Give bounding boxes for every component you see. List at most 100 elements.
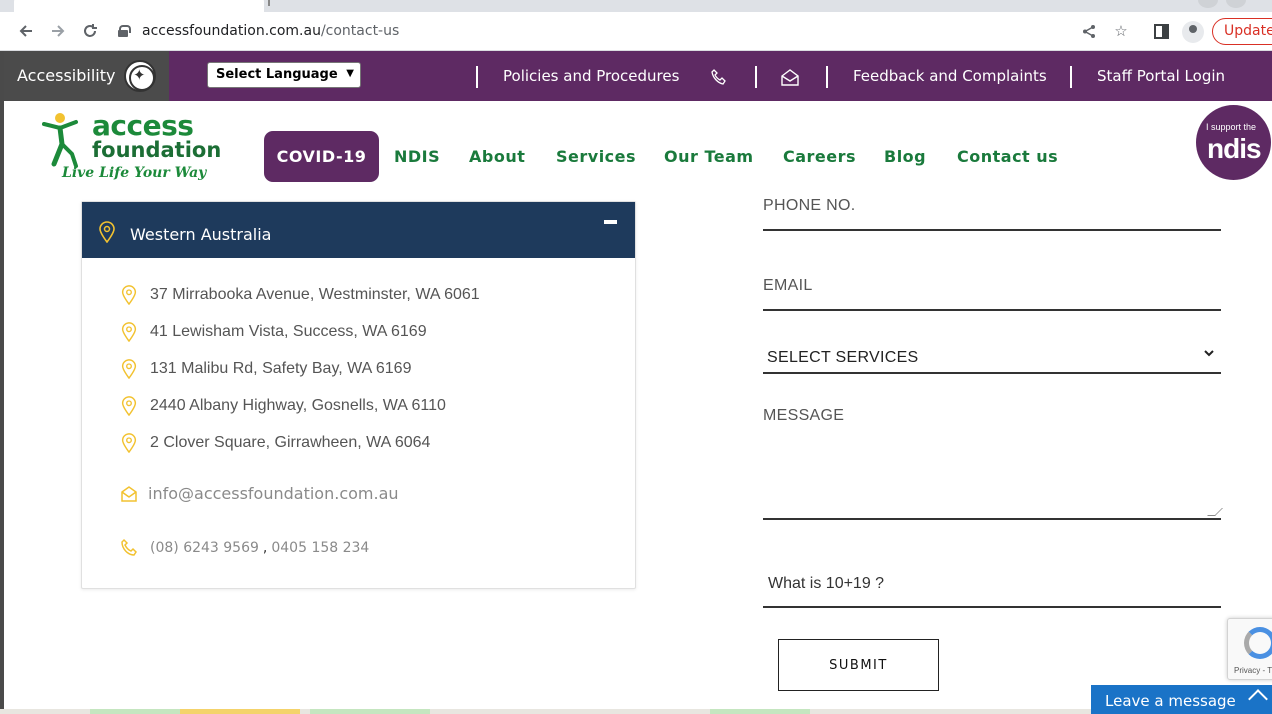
accessibility-label: Accessibility bbox=[17, 66, 116, 85]
back-icon[interactable] bbox=[14, 19, 38, 43]
email-field[interactable]: EMAIL bbox=[763, 277, 813, 295]
forward-icon[interactable] bbox=[46, 19, 70, 43]
address-item: 131 Malibu Rd, Safety Bay, WA 6169 bbox=[120, 359, 411, 379]
phone-icon bbox=[121, 538, 137, 556]
accordion-header[interactable]: Western Australia bbox=[82, 202, 635, 258]
accessibility-icon bbox=[124, 60, 156, 92]
lock-icon bbox=[118, 25, 131, 37]
utility-bar: Accessibility Select Language ▼ Policies… bbox=[4, 51, 1272, 101]
address-item: 41 Lewisham Vista, Success, WA 6169 bbox=[120, 322, 427, 342]
share-icon[interactable] bbox=[1078, 20, 1100, 42]
ndis-badge[interactable]: I support the ndis bbox=[1196, 105, 1271, 180]
map-road-area bbox=[180, 709, 300, 714]
logo-figure-icon bbox=[42, 113, 78, 168]
policies-link[interactable]: Policies and Procedures bbox=[503, 67, 679, 85]
map-embed[interactable] bbox=[0, 709, 1091, 714]
divider bbox=[826, 66, 828, 88]
bookmark-star-icon[interactable]: ☆ bbox=[1110, 20, 1132, 42]
browser-toolbar: accessfoundation.com.au/contact-us ☆ Upd… bbox=[0, 12, 1272, 51]
location-pin-icon bbox=[121, 285, 137, 305]
address-item: 37 Mirrabooka Avenue, Westminster, WA 60… bbox=[120, 285, 480, 305]
address-text: 41 Lewisham Vista, Success, WA 6169 bbox=[150, 323, 427, 340]
envelope-open-icon[interactable] bbox=[779, 66, 801, 88]
message-field[interactable]: MESSAGE bbox=[763, 398, 1223, 520]
recaptcha-badge[interactable]: Privacy - T bbox=[1227, 618, 1272, 680]
window-edge bbox=[0, 51, 4, 714]
captcha-question: What is 10+19 ? bbox=[768, 575, 885, 592]
divider bbox=[755, 66, 757, 88]
email-row: info@accessfoundation.com.au bbox=[120, 484, 399, 503]
resize-handle-icon[interactable] bbox=[1207, 508, 1223, 516]
nav-blog[interactable]: Blog bbox=[884, 147, 926, 166]
update-button[interactable]: Update bbox=[1212, 18, 1272, 45]
browser-tab[interactable] bbox=[14, 0, 264, 12]
location-pin-icon bbox=[99, 221, 115, 243]
ndis-badge-small: I support the bbox=[1206, 122, 1257, 132]
address-text: 131 Malibu Rd, Safety Bay, WA 6169 bbox=[150, 360, 412, 377]
url-domain: accessfoundation.com.au bbox=[142, 23, 321, 39]
location-card: Western Australia 37 Mirrabooka Avenue, … bbox=[81, 201, 636, 589]
divider bbox=[1070, 66, 1072, 88]
nav-ndis[interactable]: NDIS bbox=[394, 147, 440, 166]
maximize-window-button[interactable] bbox=[1226, 0, 1246, 8]
access-foundation-logo[interactable]: access foundation Live Life Your Way bbox=[40, 110, 221, 184]
email-field-underline bbox=[763, 309, 1221, 311]
collapse-icon[interactable] bbox=[604, 220, 617, 224]
side-panel-icon[interactable] bbox=[1150, 20, 1172, 42]
phone-link-1[interactable]: (08) 6243 9569 bbox=[150, 540, 259, 556]
services-select-value: SELECT SERVICES bbox=[767, 349, 919, 366]
map-park-area bbox=[90, 709, 180, 714]
logo-tagline: Live Life Your Way bbox=[62, 165, 207, 181]
services-select[interactable]: SELECT SERVICES bbox=[763, 342, 1221, 374]
nav-our-team[interactable]: Our Team bbox=[664, 147, 754, 166]
language-select[interactable]: Select Language ▼ bbox=[207, 62, 361, 88]
address-text: 2440 Albany Highway, Gosnells, WA 6110 bbox=[150, 397, 446, 414]
location-pin-icon bbox=[121, 359, 137, 379]
address-text: 37 Mirrabooka Avenue, Westminster, WA 60… bbox=[150, 286, 480, 303]
reload-icon[interactable] bbox=[78, 19, 102, 43]
region-title: Western Australia bbox=[130, 225, 272, 244]
nav-covid-19[interactable]: COVID-19 bbox=[264, 131, 379, 182]
nav-about[interactable]: About bbox=[469, 147, 525, 166]
tab-divider bbox=[268, 0, 270, 6]
address-item: 2 Clover Square, Girrawheen, WA 6064 bbox=[120, 433, 430, 453]
language-select-value: Select Language bbox=[216, 67, 338, 82]
address-item: 2440 Albany Highway, Gosnells, WA 6110 bbox=[120, 396, 446, 416]
recaptcha-icon bbox=[1244, 627, 1272, 659]
phone-separator: , bbox=[262, 540, 268, 556]
envelope-icon bbox=[121, 485, 137, 502]
divider bbox=[476, 66, 478, 88]
message-placeholder: MESSAGE bbox=[763, 407, 845, 424]
address-bar[interactable]: accessfoundation.com.au/contact-us bbox=[118, 20, 399, 42]
logo-word-foundation: foundation bbox=[92, 138, 222, 162]
phone-field[interactable]: PHONE NO. bbox=[763, 197, 856, 215]
location-pin-icon bbox=[121, 433, 137, 453]
ndis-badge-big: ndis bbox=[1207, 133, 1262, 164]
nav-services[interactable]: Services bbox=[556, 147, 636, 166]
email-link[interactable]: info@accessfoundation.com.au bbox=[148, 484, 399, 503]
map-park-area bbox=[310, 709, 430, 714]
url-path: /contact-us bbox=[320, 23, 400, 39]
chat-widget[interactable]: Leave a message bbox=[1091, 685, 1272, 714]
nav-contact-us[interactable]: Contact us bbox=[957, 147, 1058, 166]
chat-label: Leave a message bbox=[1105, 692, 1236, 710]
accessibility-toggle[interactable]: Accessibility bbox=[4, 51, 169, 101]
minimize-window-button[interactable] bbox=[1198, 0, 1218, 8]
nav-careers[interactable]: Careers bbox=[783, 147, 856, 166]
location-pin-icon bbox=[121, 322, 137, 342]
phone-link-2[interactable]: 0405 158 234 bbox=[271, 540, 369, 556]
submit-button[interactable]: SUBMIT bbox=[778, 639, 939, 691]
location-pin-icon bbox=[121, 396, 137, 416]
recaptcha-links[interactable]: Privacy - T bbox=[1234, 666, 1272, 675]
staff-portal-link[interactable]: Staff Portal Login bbox=[1097, 67, 1225, 85]
profile-avatar[interactable] bbox=[1182, 21, 1204, 43]
captcha-answer-field[interactable] bbox=[763, 606, 1221, 608]
chevron-down-icon: ▼ bbox=[346, 68, 354, 79]
address-text: 2 Clover Square, Girrawheen, WA 6064 bbox=[150, 434, 431, 451]
phone-icon[interactable] bbox=[708, 66, 730, 88]
chevron-down-icon bbox=[1204, 350, 1214, 357]
feedback-link[interactable]: Feedback and Complaints bbox=[853, 67, 1047, 85]
map-park-area bbox=[710, 709, 810, 714]
browser-tab-strip bbox=[0, 0, 1272, 12]
phone-row: (08) 6243 9569 , 0405 158 234 bbox=[120, 538, 369, 558]
